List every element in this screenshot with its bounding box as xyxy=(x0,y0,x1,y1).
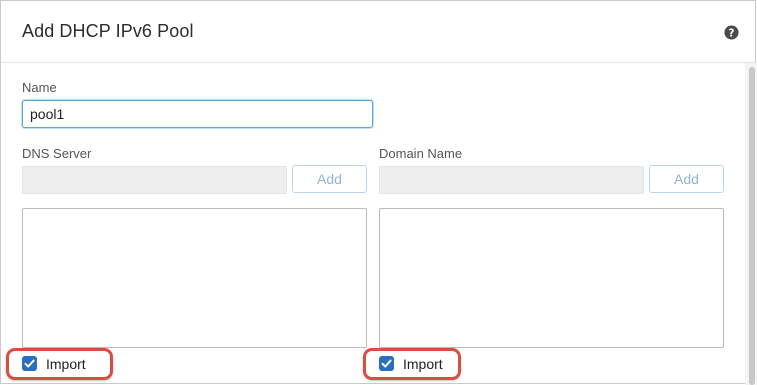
dialog-header: Add DHCP IPv6 Pool ? xyxy=(1,1,756,63)
add-dhcp-ipv6-pool-dialog: Add DHCP IPv6 Pool ? Name DNS Server Add… xyxy=(0,0,757,385)
dns-import-label[interactable]: Import xyxy=(46,356,86,372)
domain-name-list[interactable] xyxy=(379,208,724,348)
domain-name-add-button[interactable]: Add xyxy=(649,165,724,193)
checkmark-icon xyxy=(24,359,35,368)
dns-server-list[interactable] xyxy=(22,208,367,348)
name-label: Name xyxy=(22,80,57,95)
dns-server-label: DNS Server xyxy=(22,146,92,161)
help-icon[interactable]: ? xyxy=(724,25,739,40)
domain-name-label: Domain Name xyxy=(379,146,463,161)
dns-import-checkbox[interactable] xyxy=(22,356,37,371)
scrollbar-thumb[interactable] xyxy=(749,67,755,385)
domain-import-label[interactable]: Import xyxy=(403,356,443,372)
svg-text:?: ? xyxy=(729,27,735,39)
domain-import-checkbox[interactable] xyxy=(379,356,394,371)
checkmark-icon xyxy=(381,359,392,368)
dialog-title: Add DHCP IPv6 Pool xyxy=(22,21,194,41)
domain-name-input[interactable] xyxy=(379,166,644,194)
name-input[interactable] xyxy=(22,100,373,128)
dns-server-add-button[interactable]: Add xyxy=(292,165,367,193)
dns-server-input[interactable] xyxy=(22,166,287,194)
